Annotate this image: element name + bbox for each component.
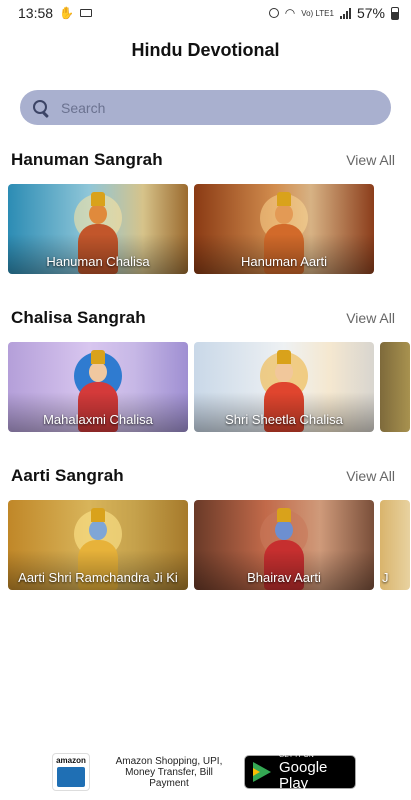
card-label: Shri Sheetla Chalisa xyxy=(225,412,343,427)
google-play-icon xyxy=(253,762,271,782)
alarm-icon xyxy=(268,8,279,18)
card-partial[interactable]: J xyxy=(380,500,410,590)
deity-head xyxy=(275,204,293,224)
section-chalisa-sangrah: Chalisa Sangrah View All Mahalaxmi Chali… xyxy=(0,308,411,432)
hand-notification-icon: ✋ xyxy=(59,6,74,20)
battery-icon xyxy=(391,6,399,20)
section-aarti-sangrah: Aarti Sangrah View All Aarti Shri Ramcha… xyxy=(0,466,411,590)
card-mahalaxmi-chalisa[interactable]: Mahalaxmi Chalisa xyxy=(8,342,188,432)
signal-icon xyxy=(339,7,351,19)
card-bhairav-aarti[interactable]: Bhairav Aarti xyxy=(194,500,374,590)
card-label: Bhairav Aarti xyxy=(247,570,321,585)
view-all-link[interactable]: View All xyxy=(346,152,395,168)
screen-cast-icon xyxy=(80,9,92,17)
deity-head xyxy=(275,362,293,382)
google-play-button[interactable]: GET IT ON Google Play xyxy=(244,752,356,792)
ad-banner[interactable]: amazon Amazon Shopping, UPI, Money Trans… xyxy=(0,744,411,800)
card-label: Hanuman Chalisa xyxy=(46,254,150,269)
section-title: Hanuman Sangrah xyxy=(11,150,163,169)
card-row: Aarti Shri Ramchandra Ji Ki Bhairav Aart… xyxy=(8,500,411,590)
card-shri-sheetla-chalisa[interactable]: Shri Sheetla Chalisa xyxy=(194,342,374,432)
card-hanuman-aarti[interactable]: Hanuman Aarti xyxy=(194,184,374,274)
deity-head xyxy=(89,204,107,224)
search-input[interactable] xyxy=(59,91,363,124)
crown-decoration xyxy=(91,508,105,522)
page-title: Hindu Devotional xyxy=(131,40,280,60)
deity-head xyxy=(89,520,107,540)
section-title: Aarti Sangrah xyxy=(11,466,124,485)
section-header: Aarti Sangrah View All xyxy=(0,466,411,490)
view-all-link[interactable]: View All xyxy=(346,310,395,326)
deity-head xyxy=(275,520,293,540)
status-bar: 13:58 ✋ ◠ Vo) LTE1 57% xyxy=(0,0,411,26)
ad-text: Amazon Shopping, UPI, Money Transfer, Bi… xyxy=(115,755,223,789)
status-right: ◠ Vo) LTE1 57% xyxy=(268,5,399,21)
section-header: Chalisa Sangrah View All xyxy=(0,308,411,332)
card-label: Aarti Shri Ramchandra Ji Ki xyxy=(18,570,178,585)
card-partial[interactable] xyxy=(380,342,410,432)
crown-decoration xyxy=(91,350,105,364)
status-left: 13:58 ✋ xyxy=(18,5,92,21)
crown-decoration xyxy=(91,192,105,206)
crown-decoration xyxy=(277,350,291,364)
section-hanuman-sangrah: Hanuman Sangrah View All Hanuman Chalisa… xyxy=(0,150,411,274)
badge-big-text: Google Play xyxy=(279,759,328,792)
wifi-icon: ◠ xyxy=(284,6,296,20)
volte-label: Vo) LTE1 xyxy=(301,8,334,18)
amazon-logo: amazon xyxy=(52,753,90,791)
status-time: 13:58 xyxy=(18,5,54,21)
amazon-wordmark: amazon xyxy=(56,756,86,765)
card-hanuman-chalisa[interactable]: Hanuman Chalisa xyxy=(8,184,188,274)
deity-head xyxy=(89,362,107,382)
card-label: Mahalaxmi Chalisa xyxy=(43,412,153,427)
play-badge-text: GET IT ON Google Play xyxy=(279,752,355,792)
battery-percent: 57% xyxy=(356,5,385,21)
view-all-link[interactable]: View All xyxy=(346,468,395,484)
card-row: Hanuman Chalisa Hanuman Aarti xyxy=(8,184,411,274)
card-aarti-shri-ramchandra[interactable]: Aarti Shri Ramchandra Ji Ki xyxy=(8,500,188,590)
search-icon xyxy=(32,99,50,117)
section-title: Chalisa Sangrah xyxy=(11,308,146,327)
section-header: Hanuman Sangrah View All xyxy=(0,150,411,174)
crown-decoration xyxy=(277,192,291,206)
app-screen: 13:58 ✋ ◠ Vo) LTE1 57% Hindu Devotional … xyxy=(0,0,411,800)
card-label: J xyxy=(382,570,389,585)
card-label: Hanuman Aarti xyxy=(241,254,327,269)
search-bar[interactable] xyxy=(20,90,391,125)
card-row: Mahalaxmi Chalisa Shri Sheetla Chalisa xyxy=(8,342,411,432)
crown-decoration xyxy=(277,508,291,522)
cart-icon xyxy=(57,767,85,787)
